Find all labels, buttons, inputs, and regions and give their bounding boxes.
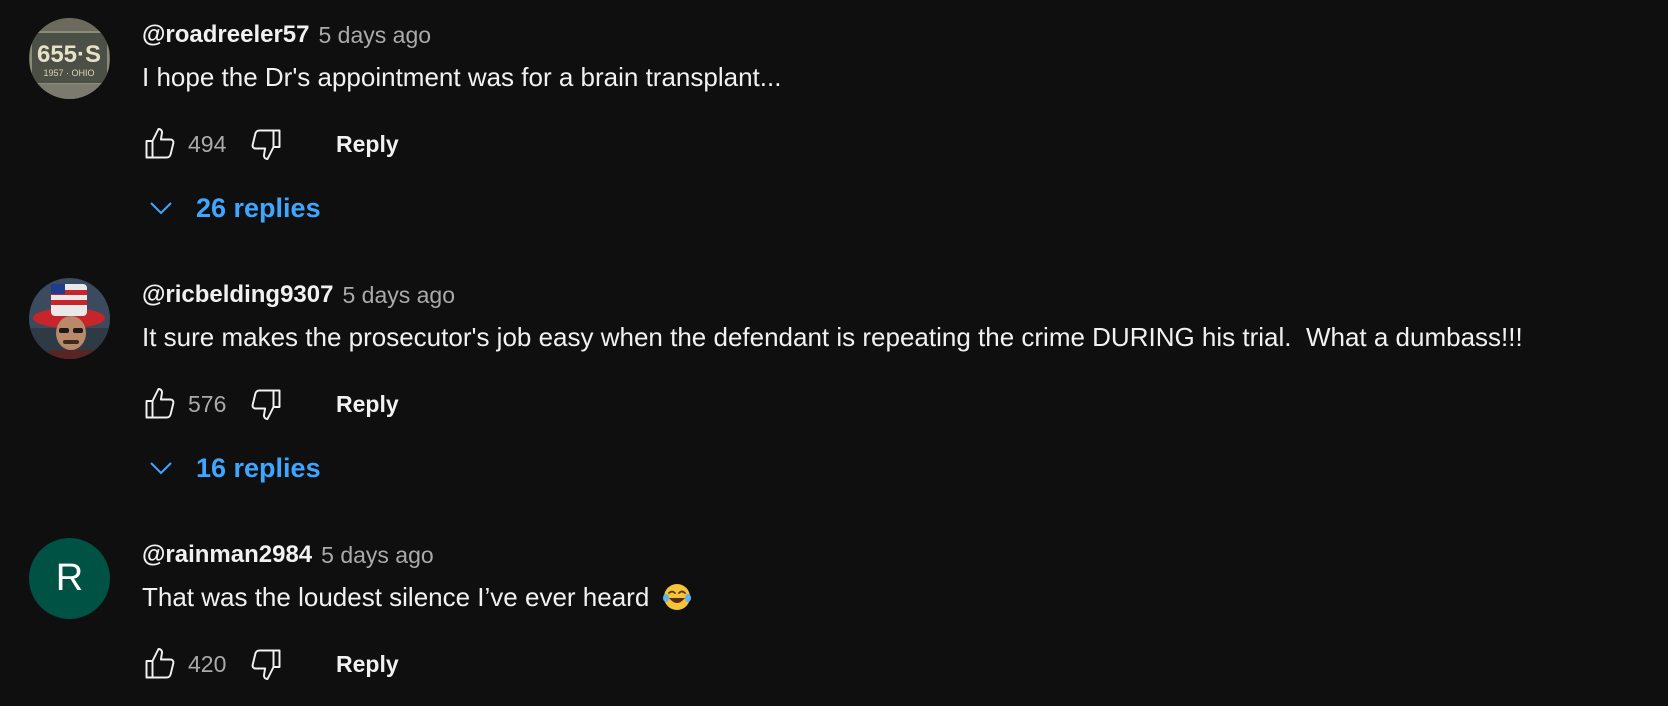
like-button[interactable] <box>138 382 182 426</box>
avatar[interactable] <box>29 278 110 359</box>
dislike-button[interactable] <box>244 642 288 686</box>
dislike-icon <box>251 389 281 420</box>
svg-text:1957 · OHIO: 1957 · OHIO <box>43 68 94 78</box>
comment-text: I hope the Dr's appointment was for a br… <box>142 60 781 94</box>
svg-text:655·S: 655·S <box>37 41 101 68</box>
comment-actions: 420 Reply <box>138 642 399 686</box>
chevron-down-icon <box>150 462 172 475</box>
comment-text: It sure makes the prosecutor's job easy … <box>142 320 1523 354</box>
dislike-icon <box>251 129 281 160</box>
dislike-icon <box>251 649 281 680</box>
replies-count-label: 26 replies <box>196 192 321 223</box>
comment-author[interactable]: @roadreeler57 <box>142 21 310 49</box>
comment-thread: R @rainman2984 5 days ago That was the l… <box>0 538 1668 698</box>
like-button[interactable] <box>138 642 182 686</box>
avatar-letter: R <box>55 557 84 599</box>
comment-text-content: That was the loudest silence I’ve ever h… <box>142 582 650 612</box>
comment-author[interactable]: @rainman2984 <box>142 541 312 569</box>
comment-time[interactable]: 5 days ago <box>342 282 455 309</box>
comment-time[interactable]: 5 days ago <box>319 22 432 49</box>
dislike-button[interactable] <box>244 382 288 426</box>
reply-button[interactable]: Reply <box>336 131 399 158</box>
like-button[interactable] <box>138 122 182 166</box>
comment-time[interactable]: 5 days ago <box>321 542 434 569</box>
view-replies-button[interactable]: 16 replies <box>146 448 321 488</box>
like-count: 576 <box>188 390 227 417</box>
like-count: 420 <box>188 650 227 677</box>
comment-actions: 494 Reply <box>138 122 399 166</box>
comment-header: @ricbelding9307 5 days ago <box>142 278 455 312</box>
comment-thread: @ricbelding9307 5 days ago It sure makes… <box>0 278 1668 483</box>
avatar[interactable]: 655·S 1957 · OHIO <box>29 18 110 99</box>
dislike-button[interactable] <box>244 122 288 166</box>
avatar-license-plate-image: 655·S 1957 · OHIO <box>29 18 110 99</box>
avatar-uncle-sam-image <box>29 278 110 359</box>
reply-button[interactable]: Reply <box>336 391 399 418</box>
comment-text: That was the loudest silence I’ve ever h… <box>142 580 693 614</box>
reply-button[interactable]: Reply <box>336 651 399 678</box>
like-icon <box>145 648 175 679</box>
like-count: 494 <box>188 130 227 157</box>
view-replies-button[interactable]: 26 replies <box>146 188 321 228</box>
comment-thread: 655·S 1957 · OHIO @roadreeler57 5 days a… <box>0 18 1668 223</box>
replies-count-label: 16 replies <box>196 452 321 483</box>
avatar[interactable]: R <box>29 538 110 619</box>
comment-author[interactable]: @ricbelding9307 <box>142 281 333 309</box>
face-with-tears-of-joy-emoji-icon <box>661 581 693 613</box>
comment-text-content: It sure makes the prosecutor's job easy … <box>142 322 1523 352</box>
chevron-down-icon <box>150 202 172 215</box>
comment-text-content: I hope the Dr's appointment was for a br… <box>142 62 782 92</box>
comment-actions: 576 Reply <box>138 382 399 426</box>
like-icon <box>145 128 175 159</box>
like-icon <box>145 388 175 419</box>
comment-header: @rainman2984 5 days ago <box>142 538 434 572</box>
comment-header: @roadreeler57 5 days ago <box>142 18 431 52</box>
